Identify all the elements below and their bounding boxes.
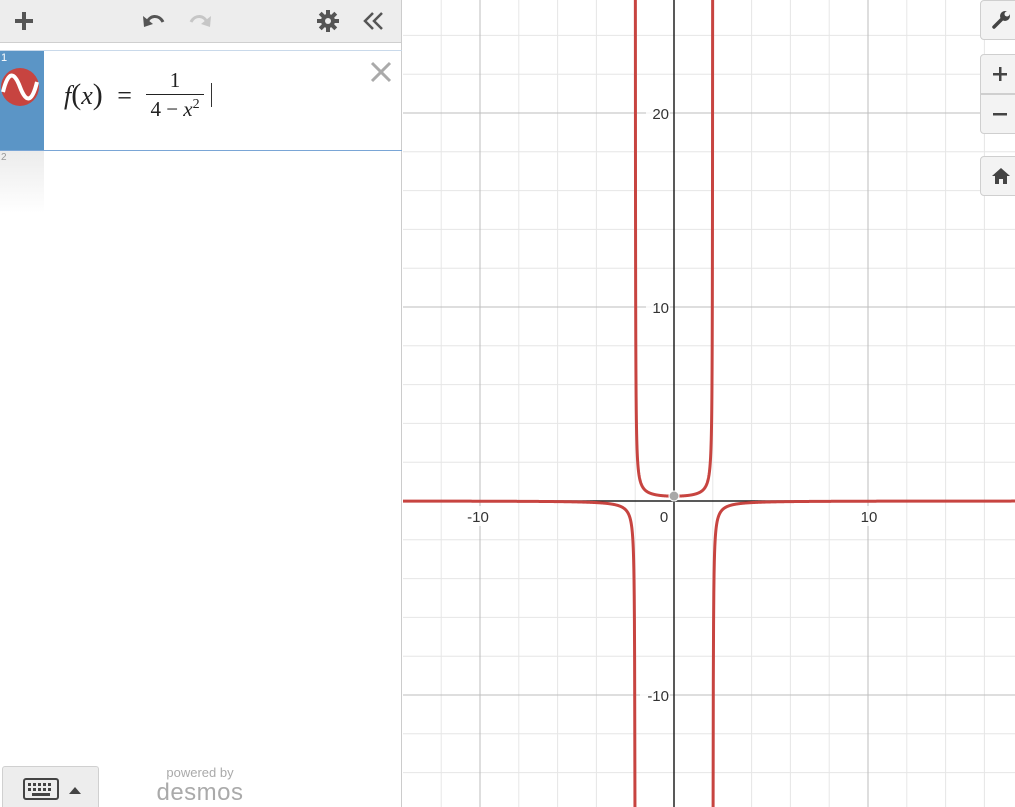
x-tick-label: -10 (467, 509, 489, 526)
wrench-icon (992, 11, 1010, 29)
curve-branch-right (711, 499, 1015, 807)
expression-row[interactable]: 1 f(x) = 1 4 − x2 (0, 50, 402, 151)
y-tick-label: -10 (647, 688, 669, 705)
undo-button[interactable] (134, 0, 174, 42)
zoom-out-button[interactable] (980, 94, 1015, 134)
double-chevron-left-icon (363, 12, 383, 30)
settings-button[interactable] (308, 0, 348, 42)
y-intercept-point[interactable] (668, 490, 680, 502)
x-tick-labels: -10 0 10 (461, 506, 883, 526)
gear-icon (317, 10, 339, 32)
keyboard-icon (23, 778, 59, 800)
zoom-in-icon (993, 67, 1007, 81)
default-viewport-button[interactable] (980, 156, 1015, 196)
exponent: 2 (192, 97, 200, 112)
graph-canvas[interactable]: -10 0 10 20 10 -10 (403, 0, 1015, 807)
expression-index: 1 (1, 52, 8, 64)
function-curve (403, 0, 1015, 807)
add-expression-button[interactable] (4, 0, 44, 42)
minor-grid (403, 0, 1015, 807)
y-tick-label: 20 (652, 106, 669, 123)
desmos-logo: desmos (156, 779, 244, 806)
keypad-toggle-button[interactable] (2, 766, 99, 807)
redo-button[interactable] (180, 0, 220, 42)
zoom-out-icon (993, 113, 1007, 116)
x-tick-label: 0 (660, 509, 668, 526)
fraction-denominator: 4 − (150, 97, 184, 121)
home-icon (992, 168, 1010, 184)
fraction-numerator: 1 (169, 68, 181, 92)
expression-math[interactable]: f(x) = 1 4 − x2 (64, 68, 213, 122)
powered-by-desmos[interactable]: powered by desmos (150, 766, 250, 806)
caret-up-icon (69, 787, 81, 794)
zoom-in-button[interactable] (980, 54, 1015, 94)
collapse-panel-button[interactable] (354, 0, 394, 42)
close-icon (370, 61, 392, 83)
major-grid (403, 0, 1015, 807)
y-tick-label: 10 (652, 300, 669, 317)
text-cursor (211, 83, 213, 107)
denominator-variable: x (183, 97, 193, 121)
expression-tab[interactable]: 1 (0, 51, 44, 150)
graph-settings-button[interactable] (980, 0, 1015, 40)
graph-line-icon[interactable] (0, 67, 40, 107)
delete-expression-button[interactable] (366, 57, 396, 87)
function-variable: x (81, 81, 93, 110)
expression-index: 2 (1, 152, 7, 163)
undo-icon (143, 15, 165, 27)
x-tick-label: 10 (861, 509, 878, 526)
y-tick-labels: 20 10 -10 (640, 103, 670, 705)
expression-toolbar (0, 0, 401, 43)
equals-sign: = (117, 81, 132, 110)
redo-icon (189, 15, 211, 27)
empty-expression-row[interactable]: 2 (0, 151, 44, 213)
expression-panel: 1 f(x) = 1 4 − x2 2 powered by desmos (0, 0, 402, 807)
plus-icon (15, 12, 33, 30)
powered-by-label: powered by (166, 765, 234, 780)
